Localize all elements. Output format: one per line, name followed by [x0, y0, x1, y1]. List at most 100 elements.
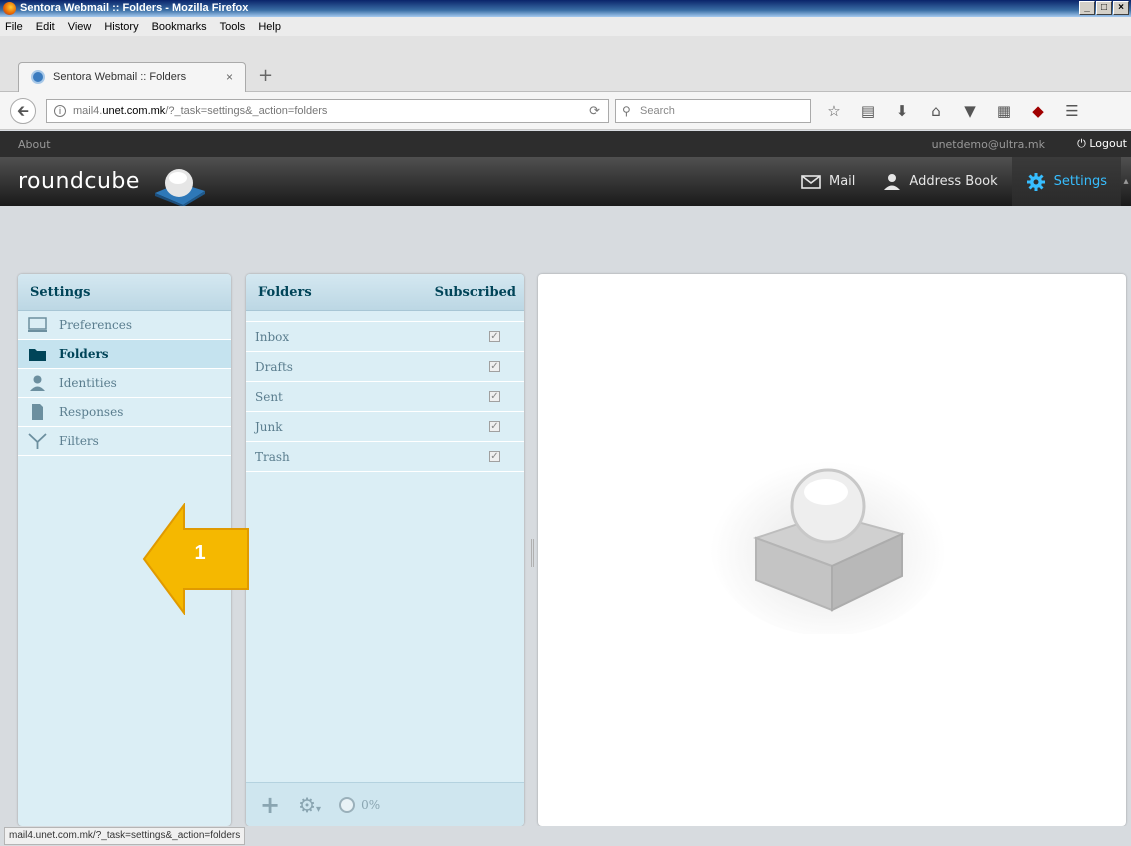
user-email: unetdemo@ultra.mk [931, 138, 1045, 151]
folder-name: Trash [255, 449, 290, 464]
gear-icon: ⚙ [298, 792, 317, 817]
subscribed-checkbox[interactable]: ✓ [489, 361, 500, 372]
settings-item-preferences[interactable]: Preferences [18, 311, 231, 340]
settings-item-filters[interactable]: Filters [18, 427, 231, 456]
navigation-bar: 🡰 i mail4.unet.com.mk/?_task=settings&_a… [0, 92, 1131, 130]
subscribed-checkbox[interactable]: ✓ [489, 391, 500, 402]
nav-collapse-icon[interactable]: ▴ [1121, 157, 1131, 206]
monitor-icon [28, 317, 47, 333]
add-folder-button[interactable]: + [260, 791, 280, 819]
back-button[interactable]: 🡰 [10, 98, 36, 124]
home-icon[interactable]: ⌂ [924, 98, 948, 124]
subscribed-checkbox[interactable]: ✓ [489, 331, 500, 342]
roundcube-watermark-icon [710, 452, 946, 634]
logo-text: roundcube [18, 169, 140, 194]
logout-button[interactable]: ⏻ Logout [1077, 137, 1127, 151]
settings-item-folders[interactable]: Folders [18, 340, 231, 369]
info-icon[interactable]: i [54, 105, 66, 117]
settings-panel-title: Settings [18, 274, 231, 311]
menu-tools[interactable]: Tools [220, 21, 246, 33]
folder-row-sent[interactable]: Sent ✓ [246, 382, 524, 412]
tab-strip: Sentora Webmail :: Folders × + [0, 36, 1131, 92]
gear-icon [1026, 172, 1045, 191]
roundcube-cube-icon [155, 169, 205, 207]
close-button[interactable]: × [1113, 1, 1129, 15]
content-panel [538, 274, 1126, 826]
folder-name: Inbox [255, 329, 290, 344]
settings-item-label: Filters [59, 434, 99, 448]
settings-item-identities[interactable]: Identities [18, 369, 231, 398]
menu-help[interactable]: Help [258, 21, 281, 33]
menu-history[interactable]: History [104, 21, 138, 33]
reading-list-icon[interactable]: ▤ [856, 98, 880, 124]
folder-row-inbox[interactable]: Inbox ✓ [246, 322, 524, 352]
search-placeholder: Search [640, 105, 675, 117]
hamburger-menu-icon[interactable]: ☰ [1060, 98, 1084, 124]
folder-row-junk[interactable]: Junk ✓ [246, 412, 524, 442]
nav-mail[interactable]: Mail [787, 157, 869, 206]
new-tab-button[interactable]: + [258, 62, 273, 90]
minimize-button[interactable]: _ [1079, 1, 1095, 15]
pocket-icon[interactable]: ▼ [958, 98, 982, 124]
settings-item-label: Identities [59, 376, 117, 390]
main-navigation: Mail Address Book Settings ▴ [787, 157, 1131, 206]
tab-label: Sentora Webmail :: Folders [53, 71, 187, 83]
panel-splitter[interactable] [531, 539, 534, 567]
about-link[interactable]: About [18, 138, 51, 151]
subscribed-checkbox[interactable]: ✓ [489, 451, 500, 462]
folders-footer: + ⚙▾ 0% [246, 782, 524, 826]
maximize-button[interactable]: □ [1096, 1, 1112, 15]
status-bar: mail4.unet.com.mk/?_task=settings&_actio… [0, 826, 1131, 846]
settings-item-responses[interactable]: Responses [18, 398, 231, 427]
power-icon: ⏻ [1077, 137, 1086, 150]
window-titlebar: Sentora Webmail :: Folders - Mozilla Fir… [0, 0, 1131, 17]
url-path: /?_task=settings&_action=folders [165, 105, 328, 117]
nav-address-book-label: Address Book [909, 174, 998, 189]
search-icon: ⚲ [622, 104, 631, 118]
url-domain: unet.com.mk [102, 105, 166, 117]
roundcube-header: roundcube Mail Address Book Settings ▴ [0, 157, 1131, 207]
url-prefix: mail4. [73, 105, 103, 117]
status-url: mail4.unet.com.mk/?_task=settings&_actio… [4, 827, 246, 845]
nav-address-book[interactable]: Address Book [869, 157, 1011, 206]
nav-mail-label: Mail [829, 174, 856, 189]
quota-value: 0% [361, 797, 381, 812]
menu-view[interactable]: View [68, 21, 92, 33]
browser-tab[interactable]: Sentora Webmail :: Folders × [18, 62, 246, 92]
download-icon[interactable]: ⬇ [890, 98, 914, 124]
screenshot-icon[interactable]: ▦ [992, 98, 1016, 124]
logout-label: Logout [1089, 137, 1127, 150]
settings-item-label: Responses [59, 405, 124, 419]
firefox-icon [3, 2, 16, 15]
folders-list: Inbox ✓ Drafts ✓ Sent ✓ Junk ✓ Trash ✓ [246, 321, 524, 472]
nav-settings[interactable]: Settings [1011, 157, 1121, 206]
folder-row-trash[interactable]: Trash ✓ [246, 442, 524, 472]
quota-circle-icon [339, 796, 356, 813]
annotation-number: 1 [194, 542, 206, 564]
folders-panel-title: Folders [258, 285, 312, 300]
quota-indicator: 0% [339, 796, 381, 813]
folder-row-drafts[interactable]: Drafts ✓ [246, 352, 524, 382]
url-bar[interactable]: i mail4.unet.com.mk/?_task=settings&_act… [46, 99, 609, 123]
roundcube-topline: About unetdemo@ultra.mk ⏻ Logout [0, 131, 1131, 157]
subscribed-column-header: Subscribed [434, 285, 516, 300]
nav-settings-label: Settings [1053, 174, 1107, 189]
menu-file[interactable]: File [5, 21, 23, 33]
person-icon [28, 375, 47, 391]
folder-name: Sent [255, 389, 283, 404]
reload-icon[interactable]: ⟳ [589, 100, 600, 122]
menu-edit[interactable]: Edit [36, 21, 55, 33]
chevron-down-icon: ▾ [316, 803, 322, 815]
tab-close-icon[interactable]: × [226, 63, 233, 91]
ublock-icon[interactable]: ◆ [1026, 98, 1050, 124]
folder-name: Junk [255, 419, 283, 434]
filter-icon [28, 433, 47, 449]
menu-bookmarks[interactable]: Bookmarks [152, 21, 207, 33]
window-controls: _ □ × [1079, 1, 1129, 15]
search-input[interactable]: ⚲ Search [615, 99, 811, 123]
folder-name: Drafts [255, 359, 293, 374]
subscribed-checkbox[interactable]: ✓ [489, 421, 500, 432]
folder-actions-button[interactable]: ⚙▾ [298, 793, 321, 817]
bookmark-star-icon[interactable]: ☆ [822, 98, 846, 124]
settings-list: Preferences Folders Identities Responses… [18, 311, 231, 456]
